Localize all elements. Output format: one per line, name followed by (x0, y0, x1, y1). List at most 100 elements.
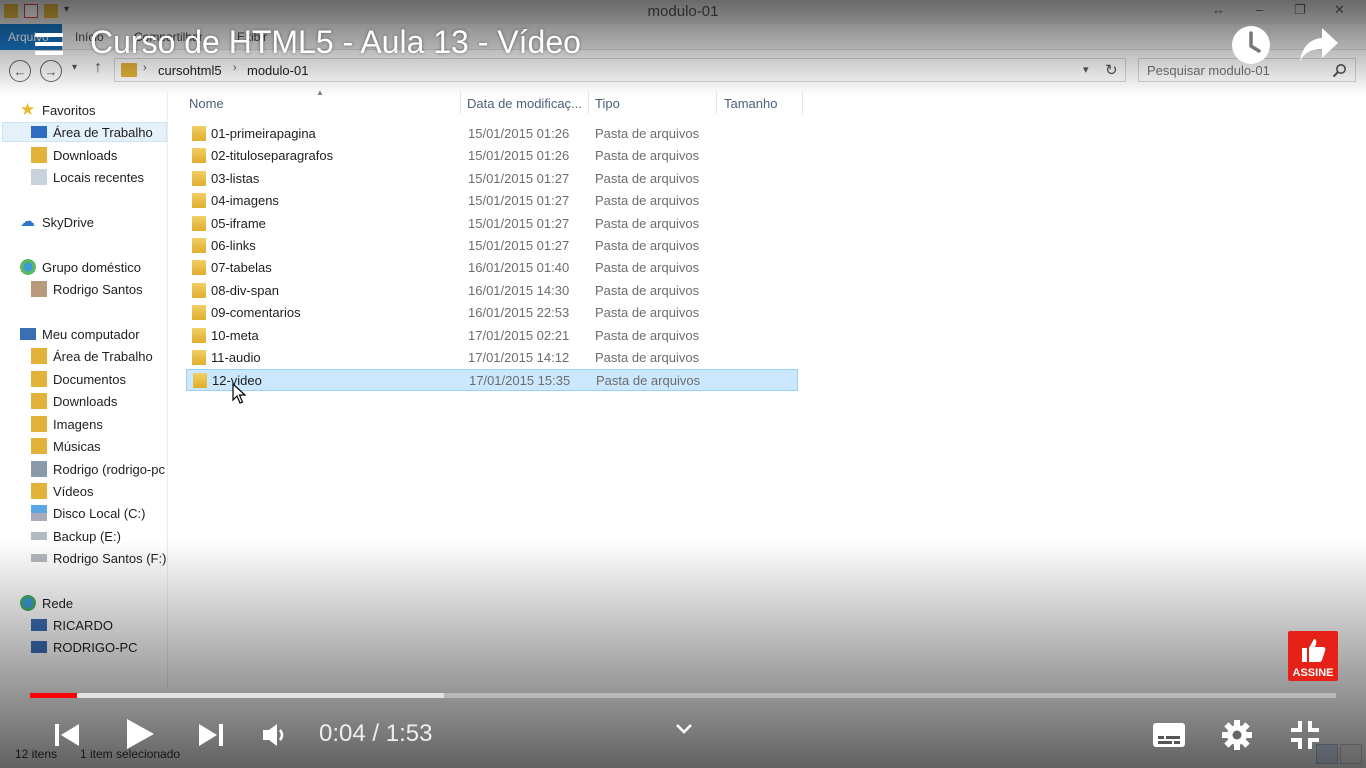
file-row-selected[interactable]: 12-video 17/01/2015 15:35 Pasta de arquivo… (186, 369, 798, 391)
nav-documents[interactable]: Documentos (31, 369, 126, 389)
current-time: 0:04 (319, 720, 366, 747)
address-box[interactable]: › cursohtml5 › modulo-01 ▾ ↻ (114, 58, 1126, 82)
nav-network[interactable]: Rede (20, 593, 73, 613)
nav-label: Imagens (53, 416, 103, 432)
nav-label: Área de Trabalho (53, 348, 153, 364)
file-type: Pasta de arquivos (595, 238, 700, 253)
previous-icon[interactable] (53, 721, 81, 749)
file-row[interactable]: 10-meta 17/01/2015 02:21 Pasta de arquivos (186, 325, 798, 347)
column-divider[interactable] (588, 92, 589, 114)
nav-local-disk-c[interactable]: Disco Local (C:) (31, 503, 145, 523)
nav-homegroup[interactable]: Grupo doméstico (20, 257, 141, 277)
subscribe-badge[interactable]: ASSINE (1288, 631, 1338, 681)
thumbs-up-icon (1302, 639, 1326, 662)
file-date: 15/01/2015 01:27 (468, 171, 570, 186)
file-date: 17/01/2015 15:35 (469, 373, 571, 388)
column-divider[interactable] (460, 92, 461, 114)
file-type: Pasta de arquivos (595, 193, 700, 208)
next-icon[interactable] (197, 721, 225, 749)
file-name: 11-audio (211, 350, 261, 365)
file-row[interactable]: 04-imagens 15/01/2015 01:27 Pasta de arqui… (186, 190, 798, 212)
nav-pictures[interactable]: Imagens (31, 414, 103, 434)
search-input[interactable] (1139, 59, 1319, 81)
column-divider[interactable] (802, 92, 803, 114)
file-row[interactable]: 02-tituloseparagrafos 15/01/2015 01:26 Pas… (186, 145, 798, 167)
nav-skydrive[interactable]: ☁ SkyDrive (20, 212, 94, 232)
file-name: 10-meta (211, 328, 259, 343)
nav-network-ricardo[interactable]: RICARDO (31, 615, 113, 635)
nav-label: SkyDrive (42, 214, 95, 230)
recent-locations-icon[interactable]: ▾ (72, 62, 77, 73)
nav-computer[interactable]: Meu computador (20, 324, 140, 344)
nav-network-drive-rodrigo[interactable]: Rodrigo (rodrigo-pc (31, 459, 165, 479)
breadcrumb-cursohtml5[interactable]: cursohtml5 (158, 63, 222, 78)
nav-favorites-desktop[interactable]: Área de Trabalho (2, 122, 167, 142)
volume-icon[interactable] (261, 722, 289, 748)
file-row[interactable]: 05-iframe 15/01/2015 01:27 Pasta de arquiv… (186, 213, 798, 235)
file-row[interactable]: 01-primeirapagina 15/01/2015 01:26 Pasta d… (186, 123, 798, 145)
nav-favoritos[interactable]: ★ Favoritos (20, 100, 95, 120)
file-row[interactable]: 08-div-span 16/01/2015 14:30 Pasta de arqu… (186, 280, 798, 302)
file-name: 08-div-span (211, 283, 279, 298)
share-icon[interactable] (1298, 26, 1340, 64)
nav-favorites-downloads[interactable]: Downloads (31, 145, 117, 165)
forward-button[interactable]: → (40, 60, 62, 82)
resize-icon[interactable]: ↔ (1212, 2, 1225, 17)
file-name: 04-imagens (211, 193, 279, 208)
column-header-name[interactable]: Nome (186, 92, 460, 116)
column-header-type[interactable]: Tipo (592, 92, 716, 116)
up-arrow-icon[interactable]: ↑ (94, 59, 102, 77)
search-icon[interactable] (1332, 63, 1347, 78)
settings-gear-icon[interactable] (1221, 719, 1253, 751)
file-date: 15/01/2015 01:27 (468, 216, 570, 231)
window-title: modulo-01 (647, 3, 719, 20)
nav-network-rodrigo-pc[interactable]: RODRIGO-PC (31, 637, 138, 657)
refresh-icon[interactable]: ↻ (1105, 61, 1118, 79)
nav-backup-e[interactable]: Backup (E:) (31, 526, 121, 546)
chevron-right-icon[interactable]: › (233, 62, 237, 74)
large-icons-view-button[interactable] (1340, 744, 1362, 764)
file-row[interactable]: 09-comentarios 16/01/2015 22:53 Pasta de a… (186, 302, 798, 324)
folder-icon (192, 216, 206, 231)
playlist-menu-icon[interactable] (35, 33, 63, 55)
file-name: 02-tituloseparagrafos (211, 148, 334, 163)
nav-recent-places[interactable]: Locais recentes (31, 167, 144, 187)
file-row[interactable]: 07-tabelas 16/01/2015 01:40 Pasta de arqui… (186, 257, 798, 279)
nav-videos[interactable]: Vídeos (31, 481, 93, 501)
nav-drive-f[interactable]: Rodrigo Santos (F:) (31, 548, 166, 568)
nav-homegroup-user[interactable]: Rodrigo Santos (31, 279, 143, 299)
exit-fullscreen-icon[interactable] (1289, 719, 1321, 751)
homegroup-icon (20, 259, 36, 275)
breadcrumb-modulo-01[interactable]: modulo-01 (247, 63, 308, 78)
recent-places-icon (31, 169, 47, 185)
video-title[interactable]: Curso de HTML5 - Aula 13 - Vídeo (90, 24, 581, 61)
close-button[interactable]: ✕ (1334, 2, 1345, 18)
nav-label: Rede (42, 595, 74, 611)
minimize-button[interactable]: – (1256, 2, 1263, 17)
restore-button[interactable]: ❐ (1294, 2, 1306, 18)
file-row[interactable]: 03-listas 15/01/2015 01:27 Pasta de arquiv… (186, 168, 798, 190)
back-button[interactable]: ← (9, 60, 31, 82)
folder-icon (193, 373, 207, 388)
file-row[interactable]: 06-links 15/01/2015 01:27 Pasta de arquivo… (186, 235, 798, 257)
file-date: 17/01/2015 14:12 (468, 350, 570, 365)
file-row[interactable]: 11-audio 17/01/2015 14:12 Pasta de arquivo… (186, 347, 798, 369)
column-header-date[interactable]: Data de modificaç... (464, 92, 588, 116)
column-header-size[interactable]: Tamanho (721, 92, 801, 116)
watch-later-icon[interactable] (1230, 24, 1272, 66)
chevron-down-icon[interactable] (674, 722, 694, 736)
chevron-down-icon[interactable]: ▾ (1083, 63, 1089, 76)
nav-label: Grupo doméstico (42, 259, 141, 275)
folder-icon (192, 126, 206, 141)
nav-computer-downloads[interactable]: Downloads (31, 391, 117, 411)
nav-music[interactable]: Músicas (31, 436, 101, 456)
progress-bar[interactable] (30, 693, 1336, 698)
play-icon[interactable] (124, 717, 156, 751)
subtitles-icon[interactable] (1152, 721, 1186, 749)
column-divider[interactable] (716, 92, 717, 114)
nav-computer-desktop[interactable]: Área de Trabalho (31, 346, 153, 366)
file-type: Pasta de arquivos (595, 350, 700, 365)
nav-label: Meu computador (42, 326, 140, 342)
chevron-right-icon[interactable]: › (143, 62, 147, 74)
network-drive-icon (31, 461, 47, 477)
